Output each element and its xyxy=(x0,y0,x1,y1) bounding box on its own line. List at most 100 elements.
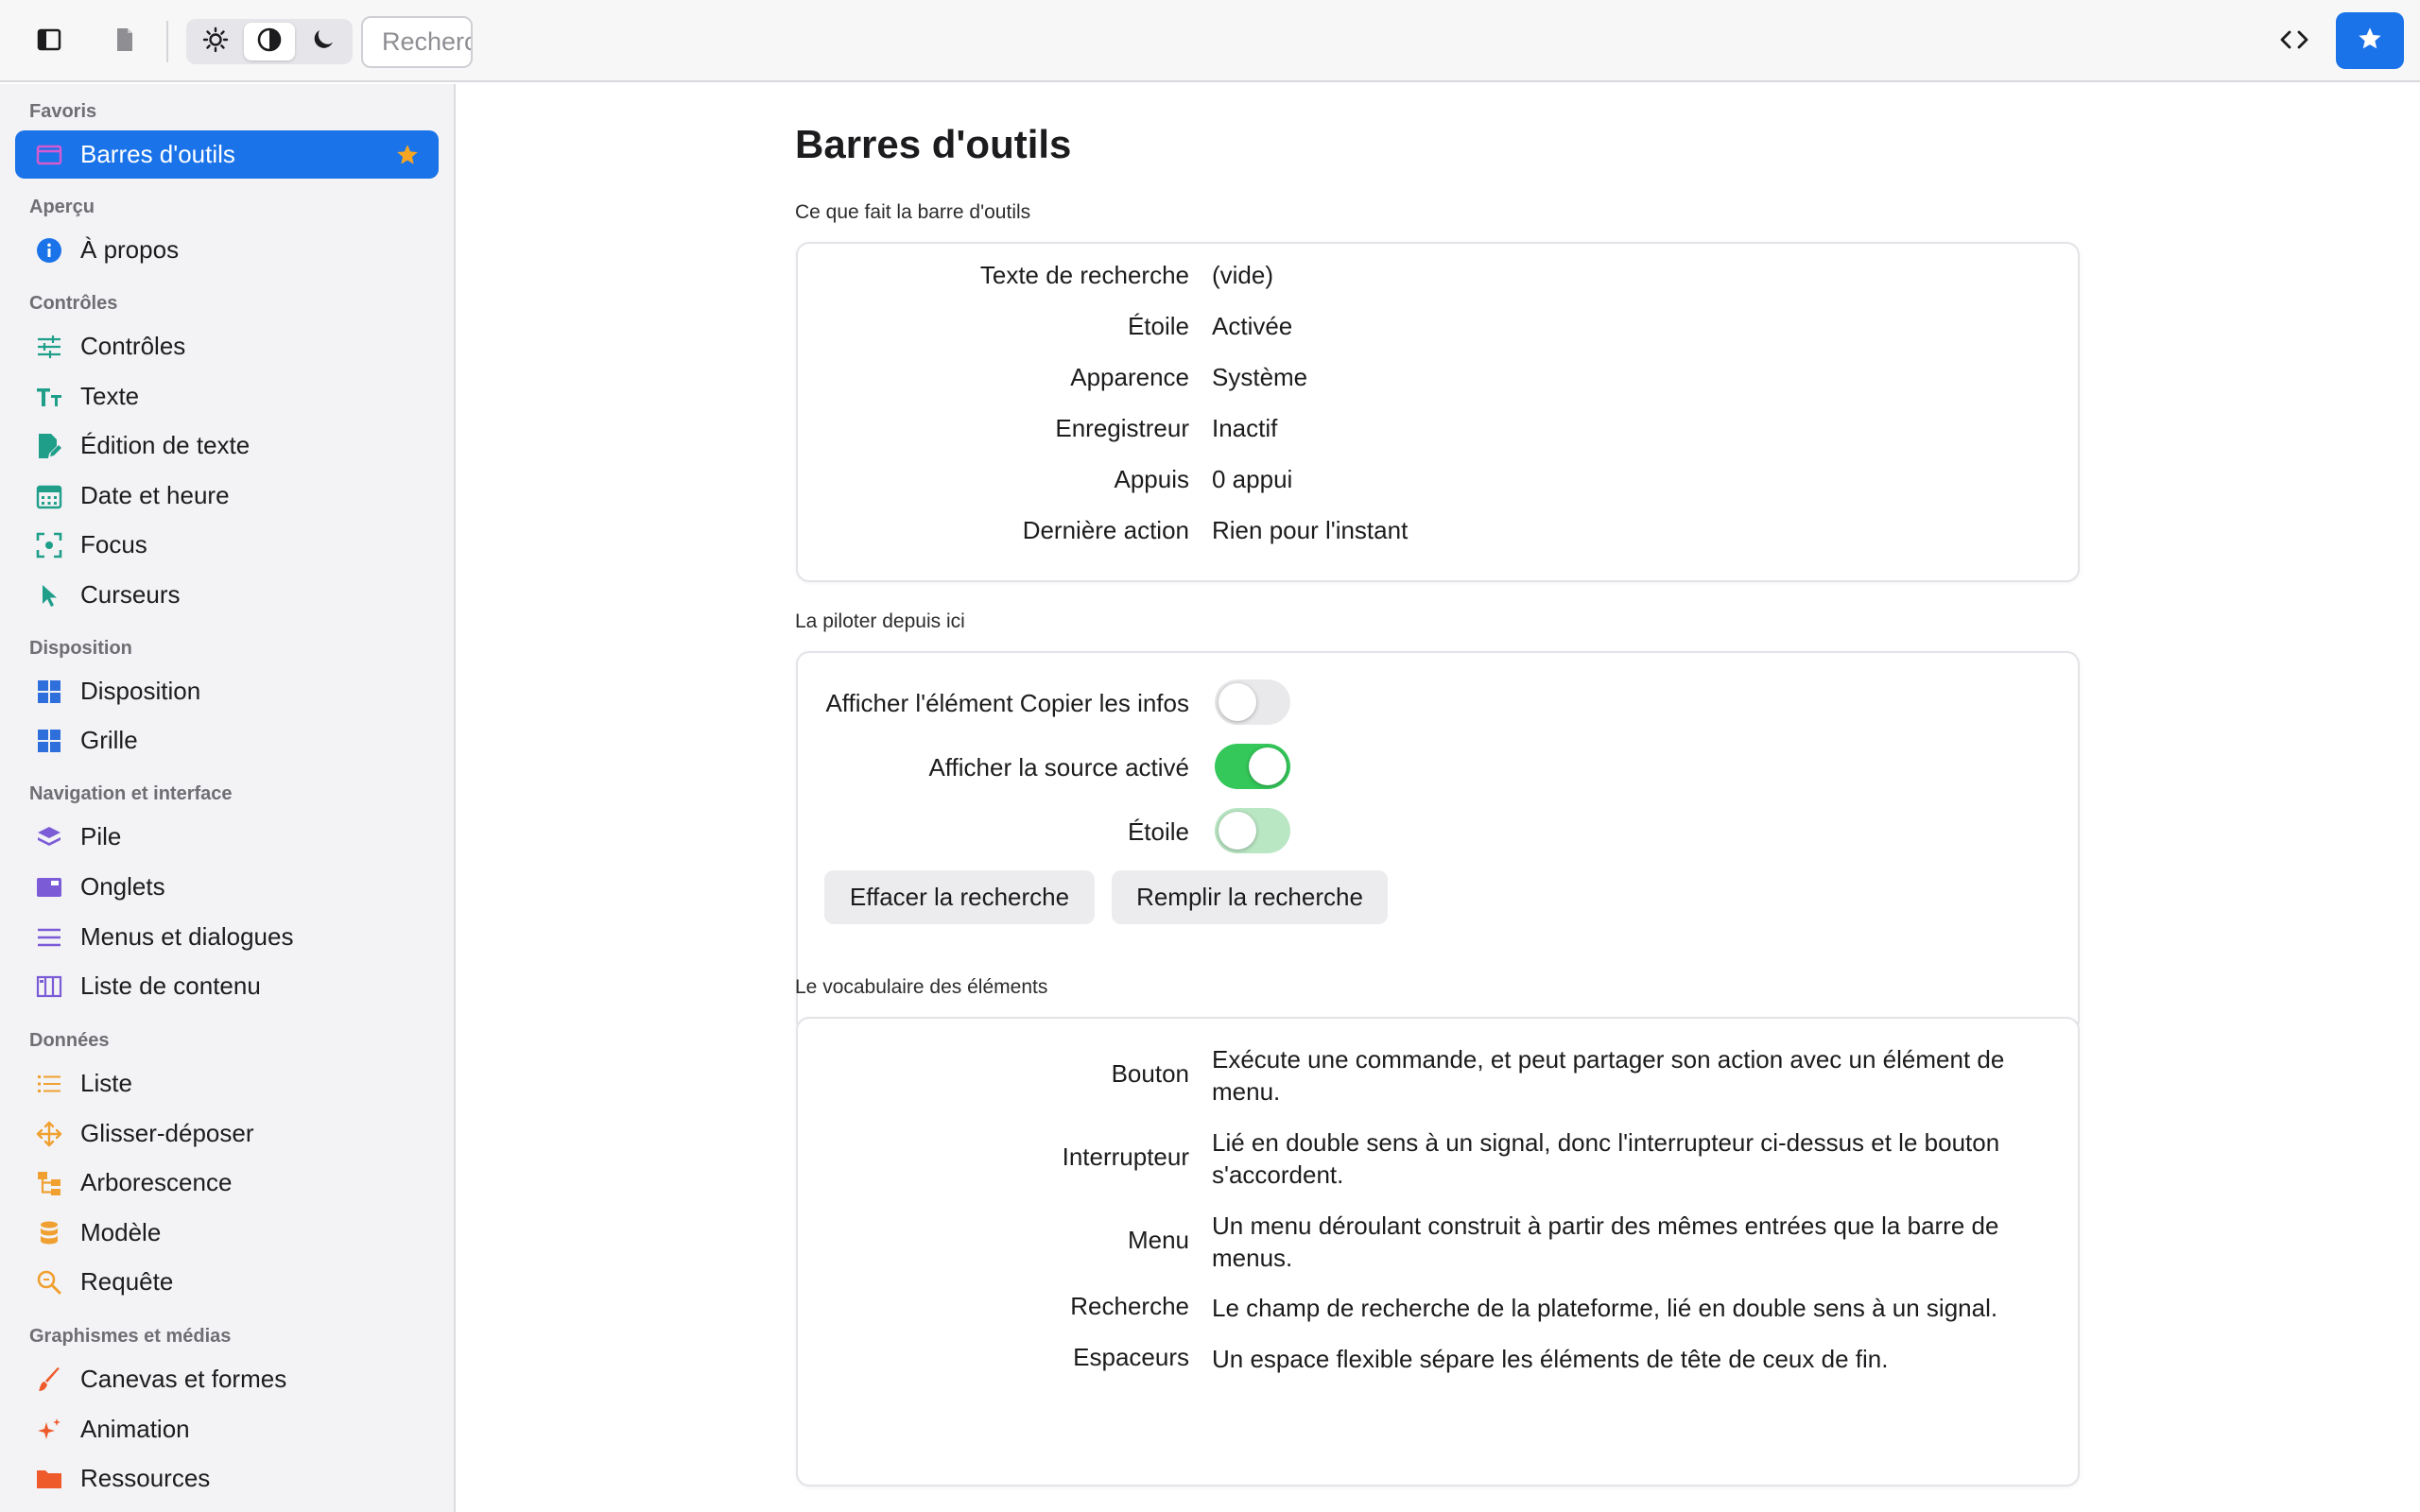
sidebar-item-canevas-formes[interactable]: Canevas et formes xyxy=(15,1355,439,1403)
sidebar-item-label: Focus xyxy=(80,530,147,558)
copy-info-toggle[interactable] xyxy=(1215,679,1290,725)
sidebar-item-edition-texte[interactable]: Édition de texte xyxy=(15,421,439,470)
edit-doc-icon xyxy=(32,429,66,463)
vocab-value: Exécute une commande, et peut partager s… xyxy=(1212,1045,2005,1106)
sidebar-item-focus[interactable]: Focus xyxy=(15,521,439,569)
page-title: Barres d'outils xyxy=(795,122,1072,166)
section-title-donnees: Données xyxy=(29,1030,110,1051)
sidebar-item-controles[interactable]: Contrôles xyxy=(15,322,439,370)
status-key: Apparence xyxy=(1070,363,1189,391)
search-field[interactable] xyxy=(361,16,473,68)
sidebar-item-animation[interactable]: Animation xyxy=(15,1405,439,1453)
sidebar-item-onglets[interactable]: Onglets xyxy=(15,863,439,911)
sparkle-icon xyxy=(32,1413,66,1447)
vocab-card: Bouton Exécute une commande, et peut par… xyxy=(796,1017,2080,1486)
sidebar-item-label: Arborescence xyxy=(80,1168,233,1196)
sidebar-item-ressources[interactable]: Ressources xyxy=(15,1454,439,1503)
pointer-icon xyxy=(32,578,66,612)
sidebar-item-requete[interactable]: Requête xyxy=(15,1258,439,1306)
sidebar-item-label: Liste xyxy=(80,1069,132,1097)
focus-icon xyxy=(32,528,66,562)
sidebar-item-label: Texte xyxy=(80,382,140,410)
vocab-value: Un menu déroulant construit à partir des… xyxy=(1212,1211,1999,1272)
sidebar-item-label: Animation xyxy=(80,1415,190,1443)
tree-icon xyxy=(32,1166,66,1200)
sidebar-item-menus-dialogues[interactable]: Menus et dialogues xyxy=(15,913,439,961)
text-size-icon xyxy=(32,380,66,414)
sidebar-item-label: Onglets xyxy=(80,872,165,901)
sidebar-item-label: Liste de contenu xyxy=(80,971,261,1000)
sidebar-item-label: Disposition xyxy=(80,677,201,705)
sidebar-item-grille[interactable]: Grille xyxy=(15,716,439,765)
toolbar-separator xyxy=(166,21,168,62)
vocab-heading: Le vocabulaire des éléments xyxy=(795,976,1048,998)
status-key: Texte de recherche xyxy=(979,261,1189,289)
clear-search-button[interactable]: Effacer la recherche xyxy=(824,870,1095,924)
sidebar-item-pile[interactable]: Pile xyxy=(15,813,439,861)
sidebar-item-glisser-deposer[interactable]: Glisser-déposer xyxy=(15,1109,439,1158)
status-heading: Ce que fait la barre d'outils xyxy=(795,201,1031,223)
appearance-system-option[interactable] xyxy=(244,23,295,60)
sidebar-item-curseurs[interactable]: Curseurs xyxy=(15,571,439,619)
sidebar-item-modele[interactable]: Modèle xyxy=(15,1209,439,1257)
sidebar-toggle-button[interactable] xyxy=(25,17,74,66)
vocab-key: Interrupteur xyxy=(1062,1143,1189,1171)
sidebar-item-a-propos[interactable]: À propos xyxy=(15,226,439,274)
sidebar-toggle-icon xyxy=(37,28,61,56)
sidebar-item-barres-outils[interactable]: Barres d'outils xyxy=(15,130,439,179)
appearance-segmented-control xyxy=(186,19,353,64)
show-source-toggle[interactable] xyxy=(1215,744,1290,789)
layout-icon xyxy=(32,675,66,709)
toggle-knob xyxy=(1219,683,1256,721)
status-value: (vide) xyxy=(1212,261,1274,289)
stack-icon xyxy=(32,820,66,854)
sliders-icon xyxy=(32,330,66,364)
info-icon xyxy=(32,233,66,267)
vocab-value: Lié en double sens à un signal, donc l'i… xyxy=(1212,1128,2000,1189)
window-icon xyxy=(32,138,66,172)
sidebar-item-label: Modèle xyxy=(80,1218,162,1246)
sidebar-item-label: Date et heure xyxy=(80,481,230,509)
code-icon xyxy=(2280,29,2308,55)
sidebar-item-label: Édition de texte xyxy=(80,431,251,459)
status-key: Enregistreur xyxy=(1055,414,1189,442)
fill-search-button[interactable]: Remplir la recherche xyxy=(1112,870,1388,924)
vocab-value: Le champ de recherche de la plateforme, … xyxy=(1212,1294,1998,1322)
sidebar-item-label: Glisser-déposer xyxy=(80,1119,254,1147)
sidebar-item-disposition[interactable]: Disposition xyxy=(15,667,439,715)
grid-icon xyxy=(32,724,66,758)
sidebar-item-label: Pile xyxy=(80,822,122,850)
sidebar-item-liste[interactable]: Liste xyxy=(15,1059,439,1108)
sidebar-item-label: Curseurs xyxy=(80,580,181,609)
section-title-favoris: Favoris xyxy=(29,101,97,122)
vocab-value: Un espace flexible sépare les éléments d… xyxy=(1212,1345,1889,1373)
section-title-graphismes: Graphismes et médias xyxy=(29,1326,232,1347)
magnifier-icon xyxy=(32,1265,66,1299)
move-icon xyxy=(32,1117,66,1151)
sidebar-item-arborescence[interactable]: Arborescence xyxy=(15,1159,439,1207)
vocab-key: Espaceurs xyxy=(1073,1343,1189,1371)
folder-icon xyxy=(32,1462,66,1496)
sidebar-item-liste-contenu[interactable]: Liste de contenu xyxy=(15,962,439,1010)
appearance-light-option[interactable] xyxy=(190,23,240,60)
menu-lines-icon xyxy=(32,920,66,954)
document-button[interactable] xyxy=(100,17,149,66)
vocab-key: Recherche xyxy=(1070,1292,1189,1320)
star-toggle[interactable] xyxy=(1215,808,1290,853)
list-icon xyxy=(32,1067,66,1101)
section-title-controles: Contrôles xyxy=(29,293,118,314)
tabs-icon xyxy=(32,870,66,904)
section-title-navigation: Navigation et interface xyxy=(29,783,233,804)
status-value: Inactif xyxy=(1212,414,1278,442)
favorite-star-button[interactable] xyxy=(2336,12,2404,69)
search-input[interactable] xyxy=(363,18,471,66)
vocab-key: Menu xyxy=(1127,1226,1189,1254)
favorite-star-icon[interactable] xyxy=(395,143,420,172)
columns-icon xyxy=(32,970,66,1004)
appearance-dark-option[interactable] xyxy=(299,23,349,60)
sun-icon xyxy=(202,26,229,58)
source-code-button[interactable] xyxy=(2270,17,2319,66)
sidebar-item-texte[interactable]: Texte xyxy=(15,372,439,421)
section-title-apercu: Aperçu xyxy=(29,197,95,217)
sidebar-item-date-heure[interactable]: Date et heure xyxy=(15,472,439,520)
